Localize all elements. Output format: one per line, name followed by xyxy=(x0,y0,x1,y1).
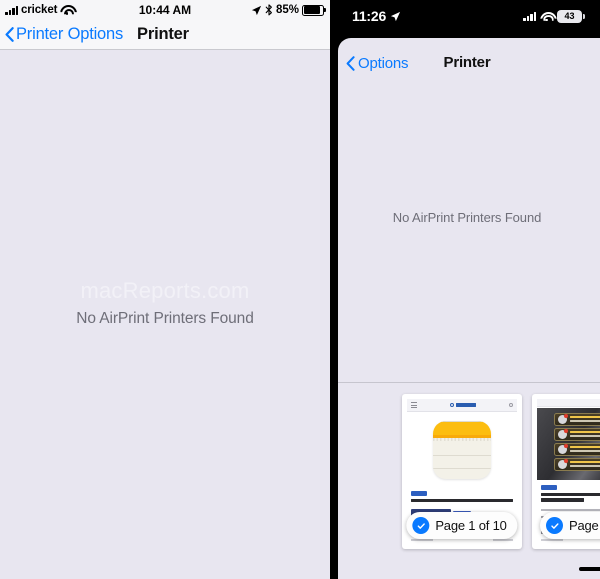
notification-avatar-icon xyxy=(558,414,568,424)
watermark-text: macReports.com xyxy=(80,278,250,303)
preview-screenshot-image xyxy=(537,408,600,480)
hamburger-menu-icon xyxy=(411,402,417,408)
notification-avatar-icon xyxy=(558,429,568,439)
side-by-side-screenshot-comparison: cricket 10:44 AM 85% Printer Options Pri… xyxy=(0,0,600,579)
left-phone-screenshot: cricket 10:44 AM 85% Printer Options Pri… xyxy=(0,0,330,579)
notification-text xyxy=(570,415,600,423)
notification-avatar-icon xyxy=(558,444,568,454)
preview-byline xyxy=(541,509,600,511)
page-preview-list: Page 1 of 10 Page xyxy=(402,394,600,549)
page-selection-badge[interactable]: Page 2 xyxy=(540,512,600,539)
bluetooth-icon xyxy=(265,4,272,16)
notification-text xyxy=(570,445,600,453)
page-badge-label: Page 2 xyxy=(569,518,600,533)
preview-footer-right xyxy=(493,539,513,541)
preview-site-header xyxy=(537,399,600,407)
back-button-printer-options[interactable]: Printer Options xyxy=(5,25,123,44)
location-arrow-icon xyxy=(390,11,401,21)
page-badge-label: Page 1 of 10 xyxy=(435,518,507,533)
battery-percent-label: 85% xyxy=(275,4,299,16)
back-button-label: Printer Options xyxy=(16,25,124,43)
search-icon xyxy=(508,402,513,408)
checkmark-circle-icon xyxy=(412,517,430,534)
printer-sheet: Options Printer No AirPrint Printers Fou… xyxy=(338,38,600,579)
preview-headline xyxy=(411,499,513,504)
left-empty-state-message: No AirPrint Printers Found xyxy=(76,310,254,327)
battery-percent-label: 43 xyxy=(564,11,575,21)
notification-row xyxy=(554,413,600,426)
section-divider xyxy=(338,382,600,383)
left-status-bar: cricket 10:44 AM 85% xyxy=(0,0,330,20)
battery-icon xyxy=(302,4,326,16)
right-nav-bar: Options Printer xyxy=(338,38,600,88)
left-printer-list-area: macReports.com No AirPrint Printers Foun… xyxy=(0,50,330,579)
notification-row xyxy=(554,443,600,456)
notification-row xyxy=(554,428,600,441)
right-status-bar-left-group: 11:26 xyxy=(352,8,401,24)
page-preview-item[interactable]: Page 2 xyxy=(532,394,600,549)
notification-row xyxy=(554,458,600,471)
left-nav-bar: Printer Options Printer xyxy=(0,20,330,50)
site-logo xyxy=(449,402,476,408)
right-empty-state-message: No AirPrint Printers Found xyxy=(392,210,542,225)
preview-footer-left xyxy=(411,539,433,541)
home-indicator[interactable] xyxy=(579,567,600,571)
battery-icon: 43 xyxy=(557,10,585,23)
right-page-title: Printer xyxy=(443,54,491,71)
preview-category-tag xyxy=(541,485,557,490)
preview-footer-left xyxy=(541,539,563,541)
notification-avatar-icon xyxy=(558,459,568,469)
checkmark-circle-icon xyxy=(546,517,563,534)
left-page-title: Printer xyxy=(137,25,189,43)
page-preview-item[interactable]: Page 1 of 10 xyxy=(402,394,522,549)
right-status-bar: 11:26 43 xyxy=(330,0,600,34)
right-phone-screenshot: 11:26 43 Options Printer No AirPrint Pri… xyxy=(330,0,600,579)
preview-category-tag xyxy=(411,491,427,496)
preview-site-header xyxy=(407,399,517,412)
preview-headline xyxy=(541,493,600,503)
signal-bars-icon xyxy=(523,12,536,21)
right-status-bar-right-group: 43 xyxy=(523,10,585,23)
notification-text xyxy=(570,430,600,438)
notification-text xyxy=(570,460,600,468)
page-selection-badge[interactable]: Page 1 of 10 xyxy=(406,512,518,539)
notes-app-icon xyxy=(433,421,491,479)
location-arrow-icon xyxy=(251,5,262,15)
chevron-left-icon xyxy=(5,27,14,42)
left-status-bar-right-group: 85% xyxy=(251,4,326,16)
right-status-bar-clock: 11:26 xyxy=(352,8,387,24)
wifi-icon xyxy=(540,12,553,22)
